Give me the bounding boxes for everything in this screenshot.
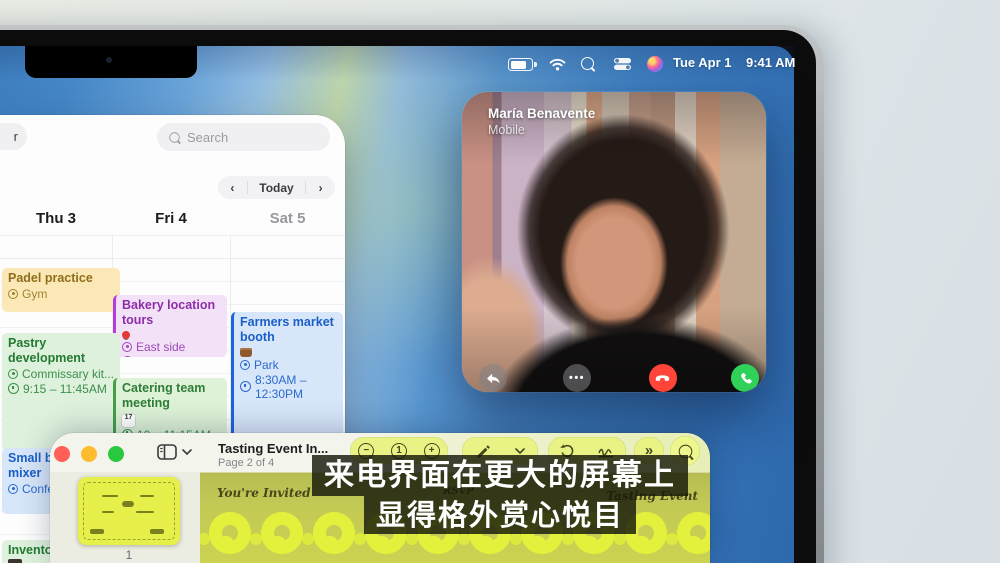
zoom-window-button[interactable] bbox=[108, 446, 124, 462]
page-indicator: Page 2 of 4 bbox=[218, 457, 275, 469]
facetime-call-window: María Benavente Mobile ••• bbox=[462, 92, 766, 392]
doc-script-left: You're Invited bbox=[217, 486, 311, 500]
menu-bar-date[interactable]: Tue Apr 1 bbox=[673, 55, 732, 70]
calendar-event-padel[interactable]: Padel practice Gym bbox=[2, 268, 120, 312]
day-header-thu[interactable]: Thu 3 bbox=[0, 210, 112, 227]
sidebar-icon bbox=[157, 444, 177, 460]
menu-bar-clock[interactable]: 9:41 AM bbox=[746, 55, 795, 70]
control-center-icon[interactable] bbox=[614, 58, 631, 70]
camera-dot bbox=[106, 57, 112, 63]
battery-icon[interactable] bbox=[508, 58, 537, 71]
grid-line bbox=[0, 258, 345, 259]
calendar-search-input[interactable]: Search bbox=[157, 123, 330, 151]
today-button[interactable]: Today bbox=[248, 181, 306, 195]
location-icon bbox=[122, 341, 132, 352]
inventory-emoji bbox=[8, 558, 22, 563]
basket-emoji bbox=[240, 347, 252, 357]
chevron-down-icon bbox=[182, 449, 192, 455]
page-thumbnail[interactable] bbox=[78, 477, 180, 545]
clock-icon bbox=[8, 383, 19, 395]
subtitle-line-2: 显得格外赏心悦目 bbox=[363, 496, 637, 534]
calendar-event-farmers-market[interactable]: Farmers market booth Park 8:30AM – 12:30… bbox=[231, 312, 343, 442]
calendar-date-nav: ‹ Today › bbox=[218, 176, 335, 199]
clock-icon bbox=[240, 381, 251, 393]
location-icon bbox=[8, 368, 18, 379]
caller-name: María Benavente bbox=[488, 106, 596, 121]
wifi-icon[interactable] bbox=[549, 58, 566, 71]
decline-phone-icon bbox=[655, 375, 670, 381]
calendar-event-catering[interactable]: Catering team meeting 17 10 – 11:15AM bbox=[113, 378, 227, 440]
more-options-button[interactable]: ••• bbox=[563, 364, 591, 392]
ellipsis-icon: ••• bbox=[568, 371, 586, 384]
accept-call-button[interactable] bbox=[731, 364, 759, 392]
screenshot-stage: Tue Apr 1 9:41 AM r Search ‹ Today › Thu… bbox=[0, 0, 1000, 563]
day-header-sat[interactable]: Sat 5 bbox=[230, 210, 345, 227]
caller-photo bbox=[462, 92, 766, 392]
decline-call-button[interactable] bbox=[649, 364, 677, 392]
pushpin-emoji bbox=[122, 330, 130, 339]
clock-icon bbox=[122, 356, 133, 357]
minimize-button[interactable] bbox=[81, 446, 97, 462]
next-day-button[interactable]: › bbox=[306, 181, 335, 195]
location-icon bbox=[8, 483, 18, 494]
reply-message-button[interactable] bbox=[479, 364, 507, 392]
search-placeholder: Search bbox=[187, 129, 229, 145]
siri-icon[interactable] bbox=[647, 56, 663, 72]
subtitle-line-1: 来电界面在更大的屏幕上 bbox=[312, 455, 688, 496]
search-icon bbox=[169, 131, 180, 143]
calendar-emoji: 17 bbox=[122, 413, 135, 427]
location-icon bbox=[240, 359, 250, 370]
grid-line bbox=[0, 235, 345, 236]
location-icon bbox=[8, 288, 18, 299]
caller-label: Mobile bbox=[488, 123, 525, 137]
reply-icon bbox=[486, 373, 500, 383]
day-header-fri[interactable]: Fri 4 bbox=[112, 210, 230, 227]
calendar-event-bakery[interactable]: Bakery location tours East side 8 – 10AM bbox=[113, 295, 227, 357]
calendar-clipped-toolbar-button[interactable]: r bbox=[0, 123, 27, 150]
prev-day-button[interactable]: ‹ bbox=[218, 181, 247, 195]
sidebar-toggle-button[interactable] bbox=[157, 444, 192, 460]
document-title: Tasting Event In... bbox=[218, 441, 329, 456]
accept-phone-icon bbox=[740, 372, 752, 384]
thumbnail-page-number: 1 bbox=[125, 548, 133, 562]
close-button[interactable] bbox=[54, 446, 70, 462]
spotlight-search-icon[interactable] bbox=[581, 57, 594, 75]
chevron-down-icon[interactable] bbox=[515, 447, 526, 454]
